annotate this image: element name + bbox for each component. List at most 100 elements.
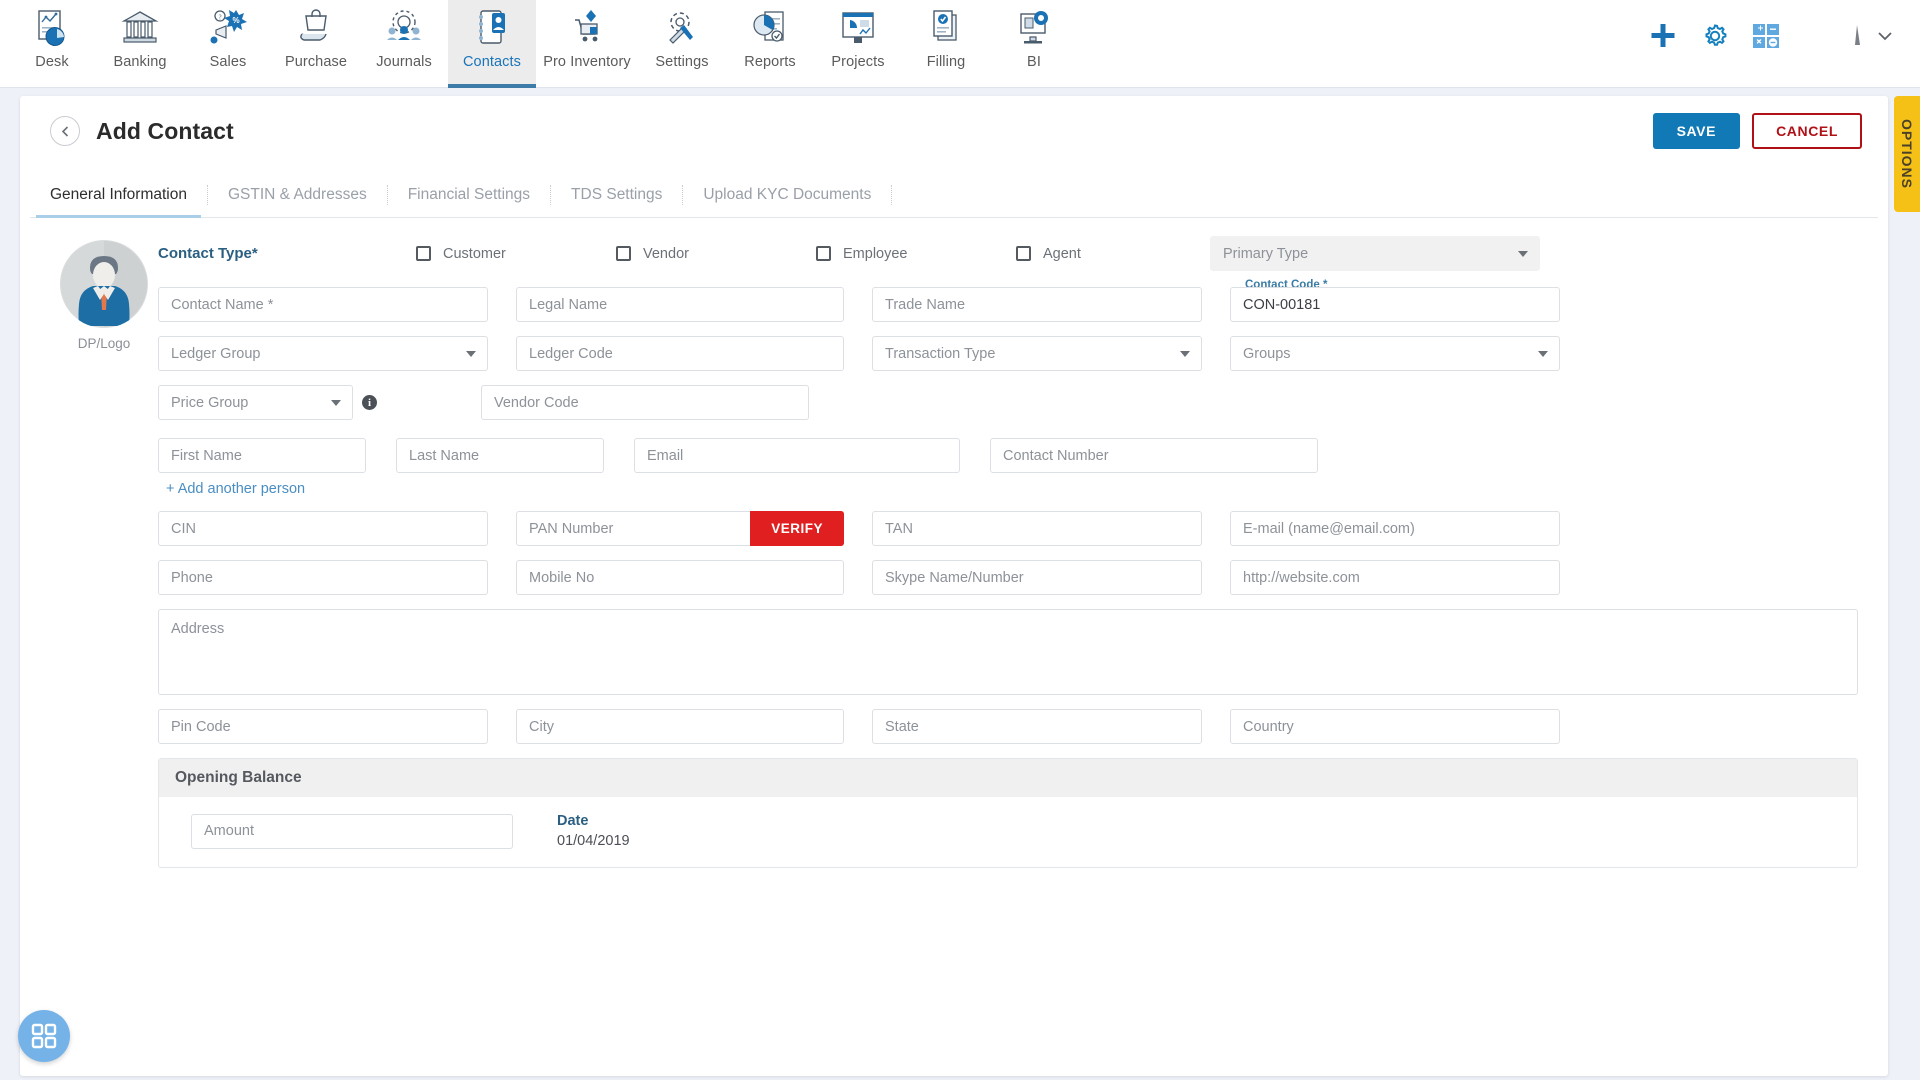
opening-balance-date: Date 01/04/2019 — [557, 813, 630, 849]
ledger-code-input[interactable]: Ledger Code — [516, 336, 844, 371]
tab-general-information[interactable]: General Information — [30, 172, 207, 218]
price-group-value: Price Group — [171, 394, 249, 411]
nav-item-sales[interactable]: ? % Sales — [184, 0, 272, 88]
nav-label: Projects — [831, 54, 885, 70]
country-input[interactable]: Country — [1230, 709, 1560, 744]
add-another-person-link[interactable]: + Add another person — [166, 481, 1862, 497]
pin-code-input[interactable]: Pin Code — [158, 709, 488, 744]
nav-label: Filling — [926, 54, 966, 70]
journals-people-gear-icon — [387, 10, 421, 40]
contact-code-field: Contact Code * CON-00181 — [1230, 279, 1560, 322]
ledger-row: Ledger Group Ledger Code Transaction Typ… — [158, 336, 1862, 371]
checkbox-vendor[interactable]: Vendor — [616, 246, 816, 262]
primary-type-select[interactable]: Primary Type — [1210, 236, 1540, 271]
chevron-down-icon — [1538, 350, 1548, 357]
ledger-group-select[interactable]: Ledger Group — [158, 336, 488, 371]
options-side-tab[interactable]: OPTIONS — [1894, 96, 1920, 212]
website-input[interactable]: http://website.com — [1230, 560, 1560, 595]
user-menu[interactable] — [1848, 23, 1894, 49]
last-name-input[interactable]: Last Name — [396, 438, 604, 473]
nav-label: BI — [1027, 54, 1041, 70]
nav-item-projects[interactable]: Projects — [814, 0, 902, 88]
checkbox-box-icon — [816, 246, 831, 261]
nav-item-filling[interactable]: Filling — [902, 0, 990, 88]
cin-input[interactable]: CIN — [158, 511, 488, 546]
chevron-left-icon — [61, 125, 68, 137]
nav-item-journals[interactable]: Journals — [360, 0, 448, 88]
transaction-type-select[interactable]: Transaction Type — [872, 336, 1202, 371]
cancel-button[interactable]: CANCEL — [1752, 113, 1862, 149]
header-actions: SAVE CANCEL — [1652, 113, 1862, 149]
date-label: Date — [557, 813, 589, 829]
add-icon[interactable] — [1648, 21, 1678, 51]
vendor-code-input[interactable]: Vendor Code — [481, 385, 809, 420]
opening-balance-body: Amount Date 01/04/2019 — [159, 797, 1857, 867]
save-button[interactable]: SAVE — [1652, 113, 1741, 149]
address-textarea[interactable]: Address — [158, 609, 1858, 695]
nav-label: Pro Inventory — [543, 54, 631, 70]
nav-item-purchase[interactable]: Purchase — [272, 0, 360, 88]
ledger-group-value: Ledger Group — [171, 345, 261, 362]
verify-button[interactable]: VERIFY — [750, 511, 844, 546]
calculator-icon[interactable] — [1752, 22, 1780, 50]
price-group-row: Price Group i Vendor Code — [158, 385, 1862, 420]
filling-documents-icon — [933, 10, 957, 41]
person-row: First Name Last Name Email Contact Numbe… — [158, 438, 1862, 473]
chevron-down-icon — [466, 350, 476, 357]
person-avatar-icon — [61, 241, 147, 327]
nav-item-reports[interactable]: Reports — [726, 0, 814, 88]
phone-input[interactable]: Phone — [158, 560, 488, 595]
checkbox-label: Customer — [443, 245, 506, 262]
chevron-down-icon — [1518, 250, 1528, 257]
avatar-upload[interactable] — [60, 240, 148, 328]
tab-financial-settings[interactable]: Financial Settings — [388, 172, 550, 217]
checkbox-box-icon — [416, 246, 431, 261]
first-name-input[interactable]: First Name — [158, 438, 366, 473]
state-input[interactable]: State — [872, 709, 1202, 744]
tan-input[interactable]: TAN — [872, 511, 1202, 546]
svg-text:?: ? — [218, 14, 221, 22]
names-row: Contact Name * Legal Name Trade Name Con… — [158, 279, 1862, 322]
checkbox-employee[interactable]: Employee — [816, 246, 1016, 262]
gear-icon[interactable] — [1700, 21, 1730, 51]
opening-balance-section: Opening Balance Amount Date 01/04/2019 — [158, 758, 1858, 868]
trade-name-input[interactable]: Trade Name — [872, 287, 1202, 322]
apps-grid-fab[interactable] — [18, 1010, 70, 1062]
tab-gstin-addresses[interactable]: GSTIN & Addresses — [208, 172, 387, 217]
grid-apps-icon — [31, 1023, 57, 1049]
tab-tds-settings[interactable]: TDS Settings — [551, 172, 682, 217]
location-row: Pin Code City State Country — [158, 709, 1862, 744]
nav-item-settings[interactable]: Settings — [638, 0, 726, 88]
checkbox-agent[interactable]: Agent — [1016, 246, 1210, 262]
nav-item-contacts[interactable]: Contacts — [448, 0, 536, 88]
legal-name-input[interactable]: Legal Name — [516, 287, 844, 322]
chevron-down-icon — [1180, 350, 1190, 357]
checkbox-box-icon — [616, 246, 631, 261]
email-input[interactable]: Email — [634, 438, 960, 473]
tab-upload-kyc-documents[interactable]: Upload KYC Documents — [683, 172, 891, 217]
email-secondary-input[interactable]: E-mail (name@email.com) — [1230, 511, 1560, 546]
tab-separator — [891, 184, 893, 205]
contact-code-input[interactable]: CON-00181 — [1230, 287, 1560, 322]
nav-label: Reports — [744, 54, 796, 70]
form-tabs: General Information GSTIN & Addresses Fi… — [30, 172, 1878, 218]
address-row: Address — [158, 609, 1862, 695]
nav-item-banking[interactable]: Banking — [96, 0, 184, 88]
contact-number-input[interactable]: Contact Number — [990, 438, 1318, 473]
back-button[interactable] — [50, 116, 80, 146]
contact-name-input[interactable]: Contact Name * — [158, 287, 488, 322]
opening-balance-amount-input[interactable]: Amount — [191, 813, 513, 849]
nav-item-bi[interactable]: BI — [990, 0, 1078, 88]
skype-input[interactable]: Skype Name/Number — [872, 560, 1202, 595]
contacts-card-icon — [479, 10, 505, 44]
info-icon[interactable]: i — [362, 395, 377, 410]
nav-item-desk[interactable]: Desk — [8, 0, 96, 88]
nav-item-pro-inventory[interactable]: Pro Inventory — [536, 0, 638, 88]
date-value[interactable]: 01/04/2019 — [557, 833, 630, 849]
checkbox-customer[interactable]: Customer — [416, 246, 616, 262]
price-group-select[interactable]: Price Group — [158, 385, 353, 420]
groups-select[interactable]: Groups — [1230, 336, 1560, 371]
city-input[interactable]: City — [516, 709, 844, 744]
page-title: Add Contact — [96, 117, 234, 144]
mobile-no-input[interactable]: Mobile No — [516, 560, 844, 595]
